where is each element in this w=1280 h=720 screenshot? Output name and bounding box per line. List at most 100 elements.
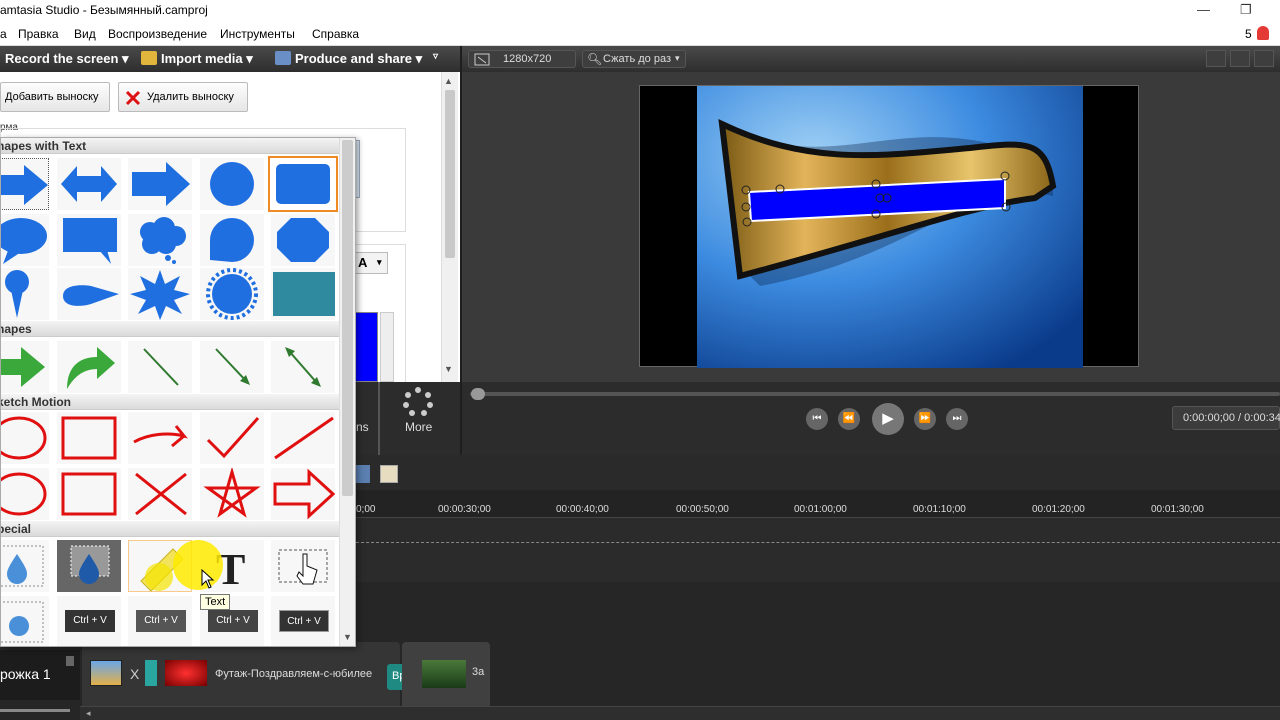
double-arrow-callout[interactable] — [57, 158, 121, 210]
lock-icon[interactable] — [66, 656, 74, 666]
arrow-line-shape[interactable] — [200, 341, 264, 393]
track-guide — [356, 542, 1280, 543]
timeline-track-2[interactable] — [356, 582, 1280, 642]
gallery-scrollbar[interactable]: ▼ — [339, 138, 355, 646]
sketch-rectangle[interactable] — [57, 412, 121, 464]
speech-bubble-callout[interactable] — [1, 214, 49, 266]
film-strip-scene — [697, 86, 1083, 368]
playback-controls: ⏮ ⏪ ▶ ⏩ ⏭ 0:00:00;00 / 0:00:34 — [462, 382, 1280, 455]
seal-callout[interactable] — [200, 268, 264, 320]
blur-callout-2[interactable] — [1, 596, 49, 646]
sketch-ellipse[interactable] — [1, 412, 49, 464]
thought-bubble-callout[interactable] — [128, 214, 192, 266]
sketch-star[interactable] — [200, 468, 264, 520]
section-shapes-with-text: hapes with Text — [1, 138, 341, 154]
resize-icon — [474, 53, 490, 66]
keystroke-callout-4[interactable]: Ctrl + V — [271, 596, 335, 646]
go-to-start-button[interactable]: ⏮ — [806, 408, 828, 430]
keystroke-callout-2[interactable]: Ctrl + V — [128, 596, 192, 646]
pan-hand-icon[interactable] — [1230, 50, 1250, 67]
double-arrow-line-shape[interactable] — [271, 341, 335, 393]
crop-icon[interactable] — [1206, 50, 1226, 67]
rect-bubble-callout[interactable] — [57, 214, 121, 266]
delete-icon — [125, 90, 141, 106]
preview-canvas[interactable] — [639, 85, 1139, 368]
rectangle-callout[interactable] — [268, 156, 338, 212]
fast-forward-button[interactable]: ⏩ — [914, 408, 936, 430]
circle-callout[interactable] — [200, 158, 264, 210]
menu-help[interactable]: Справка — [312, 27, 359, 41]
fullscreen-icon[interactable] — [1254, 50, 1274, 67]
sketch-arrow[interactable] — [128, 412, 192, 464]
resolution-selector[interactable]: 1280x720 — [468, 50, 576, 68]
bottom-bar: рожка 1 X Футаж-Поздравляем-с-юбилее Bp … — [0, 642, 1280, 720]
remove-callout-button[interactable]: Удалить выноску — [118, 82, 248, 112]
sketch-x[interactable] — [128, 468, 192, 520]
timeline-ruler: 0;00 00:00:30;00 00:00:40;00 00:00:50;00… — [356, 490, 1280, 518]
track-scroll[interactable] — [0, 709, 70, 712]
sketch-ellipse-2[interactable] — [1, 468, 49, 520]
rounded-bubble-callout[interactable] — [200, 214, 264, 266]
blur-callout[interactable] — [1, 540, 49, 592]
main-toolbar: Record the screen ▾ Import media ▾ Produ… — [0, 46, 460, 72]
cursor-highlight — [173, 540, 223, 590]
mouse-pointer-icon — [201, 569, 215, 589]
swatch-scrollbar[interactable] — [380, 312, 394, 382]
record-screen-button[interactable]: Record the screen ▾ — [5, 51, 129, 67]
timeline-tool-icon[interactable] — [356, 465, 370, 483]
folder-icon — [141, 51, 157, 65]
tooltip: Text — [200, 594, 231, 610]
left-panel-scrollbar[interactable]: ▲ ▼ — [441, 72, 458, 382]
chevron-down-icon: ▾ — [675, 53, 680, 63]
add-callout-button[interactable]: Добавить выноску — [0, 82, 110, 112]
spotlight-callout[interactable] — [57, 540, 121, 592]
menu-edit[interactable]: Правка — [18, 27, 59, 41]
title-bar: amtasia Studio - Безымянный.camproj — ❐ — [0, 0, 1280, 22]
keystroke-callout[interactable]: Ctrl + V — [57, 596, 121, 646]
clip-thumb-red — [165, 660, 207, 686]
menu-playback[interactable]: Воспроизведение — [108, 27, 207, 41]
sketch-checkmark[interactable] — [200, 412, 264, 464]
font-format-button[interactable]: A ▾ — [352, 252, 388, 274]
film-icon — [275, 51, 291, 65]
time-display: 0:00:00;00 / 0:00:34 — [1172, 406, 1280, 430]
right-arrow-callout[interactable] — [1, 158, 49, 210]
track-name: рожка 1 — [0, 666, 51, 682]
arrow-callout[interactable] — [128, 158, 192, 210]
sketch-line[interactable] — [271, 412, 335, 464]
teal-rectangle-callout[interactable] — [271, 268, 335, 320]
green-arrow-shape[interactable] — [1, 341, 49, 393]
note-icon[interactable] — [380, 465, 398, 483]
curved-arrow-shape[interactable] — [57, 341, 121, 393]
scrubber-handle[interactable] — [471, 388, 485, 400]
bell-icon[interactable] — [1257, 26, 1269, 40]
produce-share-button[interactable]: Produce and share ▾ — [275, 51, 422, 67]
minimize-button[interactable]: — — [1197, 2, 1210, 17]
notification-count[interactable]: 5 — [1245, 27, 1252, 41]
more-tools-button[interactable]: More — [396, 386, 440, 450]
play-button[interactable]: ▶ — [872, 403, 904, 435]
menu-view[interactable]: Вид — [74, 27, 96, 41]
menu-tools[interactable]: Инструменты — [220, 27, 295, 41]
menu-item-partial[interactable]: а — [0, 27, 7, 41]
import-media-button[interactable]: Import media ▾ — [141, 51, 253, 67]
tools-band: ns More — [356, 382, 460, 455]
zoom-dropdown[interactable]: 🔍︎ Сжать до раз ▾ — [582, 50, 686, 68]
teardrop-callout[interactable] — [57, 268, 121, 320]
timeline-toolbar — [356, 455, 1280, 490]
sketch-rectangle-2[interactable] — [57, 468, 121, 520]
restore-button[interactable]: ❐ — [1240, 2, 1252, 18]
octagon-callout[interactable] — [271, 214, 335, 266]
go-to-end-button[interactable]: ⏭ — [946, 408, 968, 430]
pin-callout[interactable] — [1, 268, 49, 320]
burst-callout[interactable] — [128, 268, 192, 320]
timeline-horizontal-scrollbar[interactable]: ◂ — [80, 706, 1280, 720]
sketch-block-arrow[interactable] — [271, 468, 335, 520]
line-shape[interactable] — [128, 341, 192, 393]
playback-scrubber[interactable] — [470, 392, 1280, 396]
click-callout[interactable] — [271, 540, 335, 592]
rewind-button[interactable]: ⏪ — [838, 408, 860, 430]
timeline-track-1[interactable] — [356, 518, 1280, 582]
toolbar-overflow-icon[interactable]: ▿ — [433, 51, 438, 62]
clip-thumb-green — [422, 660, 466, 688]
